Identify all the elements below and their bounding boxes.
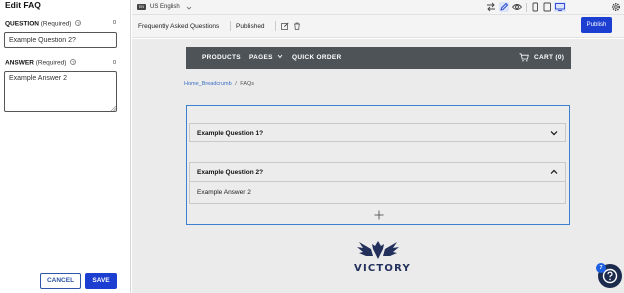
cancel-button[interactable]: CANCEL — [40, 273, 81, 289]
publish-button[interactable]: Publish — [581, 17, 612, 33]
question-label: QUESTION (Required) ? — [5, 20, 82, 28]
nav-pages[interactable]: PAGES — [249, 54, 283, 61]
page-header-bar: Frequently Asked Questions Published Pub… — [132, 15, 624, 38]
pencil-icon[interactable] — [499, 2, 509, 12]
chevron-down-icon[interactable] — [550, 130, 558, 136]
question-help-icon[interactable]: ? — [75, 20, 82, 26]
page-status: Published — [236, 23, 265, 30]
faq-question-2: Example Question 2? — [197, 169, 264, 176]
swap-icon[interactable] — [486, 2, 496, 12]
nav-pages-label: PAGES — [249, 54, 273, 61]
answer-label-text: ANSWER — [5, 59, 34, 67]
resize-grip-icon[interactable] — [111, 106, 116, 111]
chevron-down-icon — [277, 54, 283, 59]
answer-required-text: (Required) — [35, 59, 67, 67]
panel-title: Edit FAQ — [5, 0, 41, 10]
breadcrumb-current: FAQs — [240, 81, 255, 87]
answer-label: ANSWER (Required) ? — [5, 59, 77, 67]
cart-icon[interactable] — [519, 53, 529, 62]
page-name: Frequently Asked Questions — [138, 23, 220, 30]
divider — [190, 181, 565, 182]
question-required-text: (Required) — [40, 20, 72, 28]
edit-faq-panel: Edit FAQ QUESTION (Required) ? 0 ANSWER … — [0, 0, 131, 293]
question-input[interactable] — [4, 32, 117, 48]
gear-icon[interactable] — [611, 2, 621, 12]
faq-item-2[interactable]: Example Question 2? Example Answer 2 — [189, 162, 566, 204]
phone-icon[interactable] — [530, 2, 540, 12]
faq-item-1[interactable]: Example Question 1? — [189, 123, 566, 142]
chevron-up-icon[interactable] — [550, 169, 558, 175]
faq-widget-selected[interactable]: Example Question 1? Example Question 2? … — [186, 105, 570, 225]
help-badge-count: 7 — [596, 263, 606, 273]
answer-char-counter: 0 — [112, 60, 116, 66]
breadcrumb: Home_Breadcrumb / FAQs — [184, 81, 254, 87]
divider — [275, 21, 276, 31]
language-selector[interactable]: US English — [150, 4, 180, 10]
question-label-text: QUESTION — [5, 20, 39, 28]
editor-toolbar: EN US English — [132, 0, 624, 15]
faq-question-1: Example Question 1? — [197, 130, 264, 137]
trash-icon[interactable] — [293, 22, 301, 30]
question-char-counter: 0 — [112, 20, 116, 26]
add-faq-plus-icon[interactable] — [374, 210, 384, 220]
faq-answer-2: Example Answer 2 — [197, 189, 251, 196]
nav-products[interactable]: PRODUCTS — [202, 54, 241, 61]
answer-textarea[interactable]: Example Answer 2 — [4, 71, 117, 112]
breadcrumb-home-link[interactable]: Home_Breadcrumb — [184, 81, 232, 87]
language-icon[interactable]: EN — [137, 4, 146, 10]
save-button[interactable]: SAVE — [85, 273, 117, 289]
divider — [230, 21, 231, 31]
nav-cart[interactable]: CART (0) — [534, 54, 564, 61]
toolbar-divider — [526, 3, 527, 12]
storefront-nav: PRODUCTS PAGES QUICK ORDER CART (0) — [186, 47, 571, 69]
logo-text: VICTORY — [354, 263, 411, 274]
chevron-down-icon[interactable] — [186, 5, 192, 11]
nav-quick-order[interactable]: QUICK ORDER — [292, 54, 342, 61]
edit-page-icon[interactable] — [281, 22, 289, 30]
tablet-icon[interactable] — [542, 2, 552, 12]
answer-help-icon[interactable]: ? — [70, 59, 77, 65]
desktop-icon[interactable] — [554, 2, 566, 12]
eye-icon[interactable] — [512, 2, 522, 12]
breadcrumb-separator: / — [235, 81, 237, 87]
